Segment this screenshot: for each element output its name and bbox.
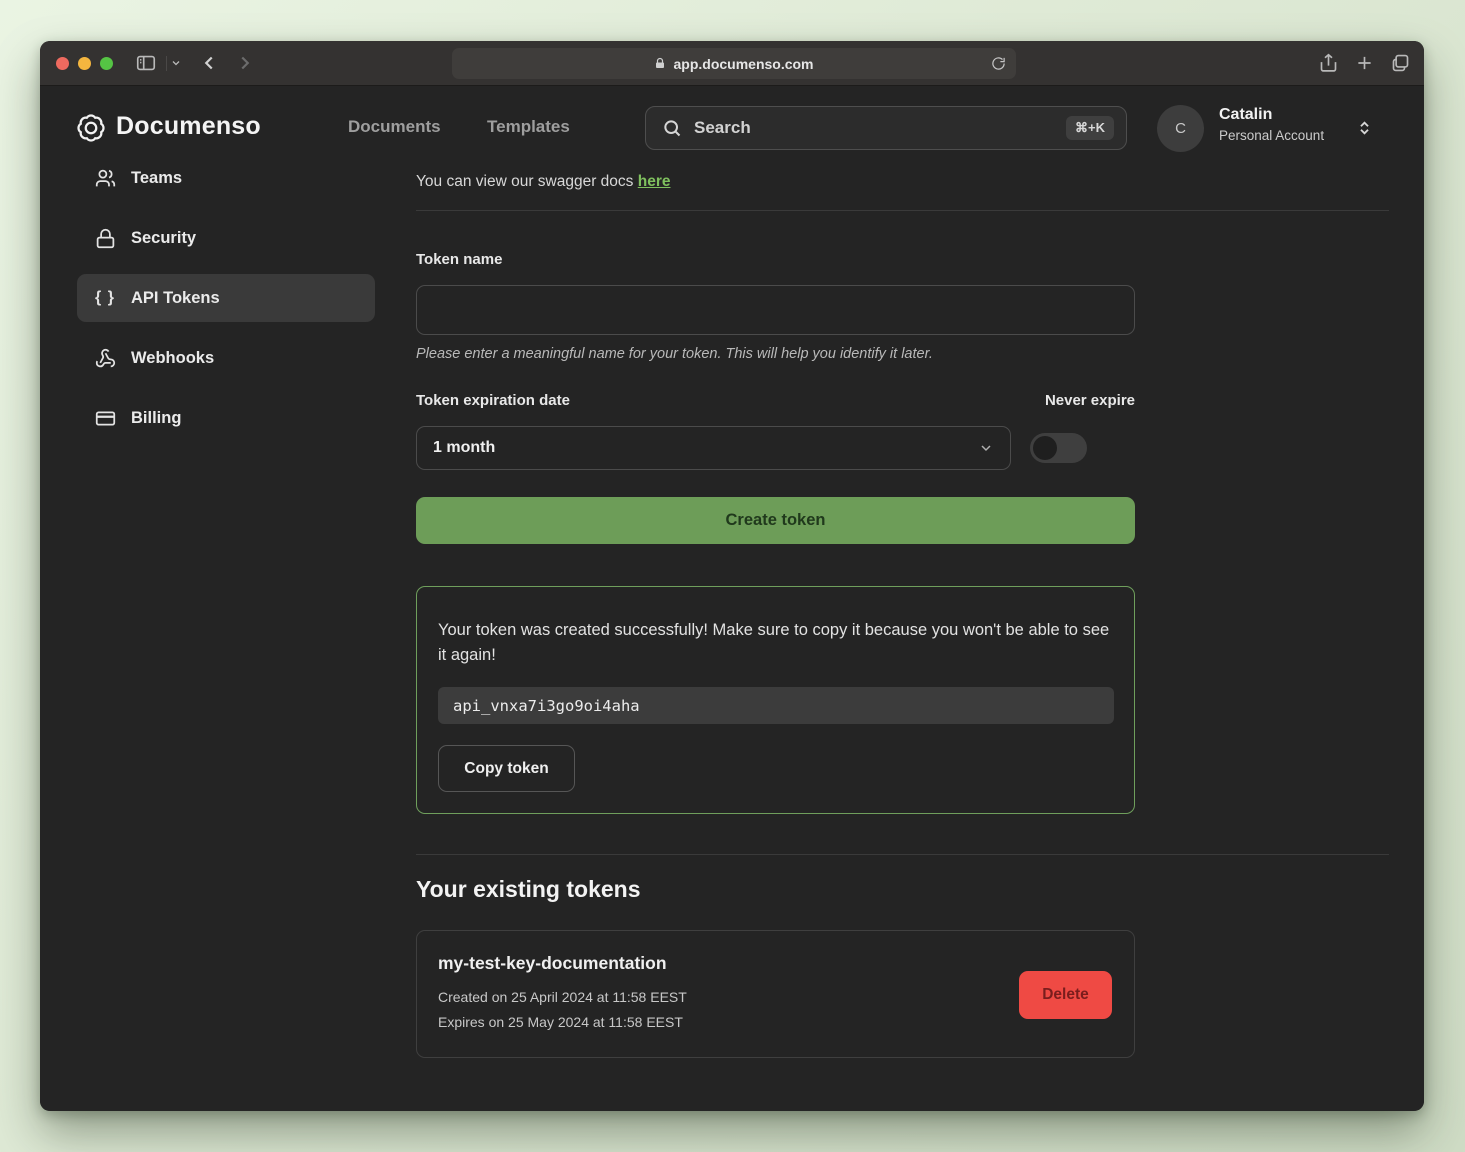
tls-lock-icon bbox=[654, 57, 666, 70]
toggle-knob bbox=[1033, 436, 1057, 460]
users-icon bbox=[94, 168, 116, 189]
minimize-window-button[interactable] bbox=[78, 57, 91, 70]
browser-window: app.documenso.com Documenso Documents Te… bbox=[40, 41, 1424, 1111]
sidebar-item-label: Security bbox=[131, 229, 196, 248]
token-name-input[interactable] bbox=[416, 285, 1135, 335]
section-divider bbox=[416, 210, 1389, 211]
token-card-created: Created on 25 April 2024 at 11:58 EEST bbox=[438, 989, 687, 1005]
browser-chrome: app.documenso.com bbox=[40, 41, 1424, 86]
url-text: app.documenso.com bbox=[673, 56, 813, 72]
credit-card-icon bbox=[94, 408, 116, 429]
close-window-button[interactable] bbox=[56, 57, 69, 70]
chrome-separator bbox=[166, 56, 167, 71]
token-created-alert: Your token was created successfully! Mak… bbox=[416, 586, 1135, 814]
swagger-docs-link[interactable]: here bbox=[638, 173, 671, 190]
token-card: my-test-key-documentation Created on 25 … bbox=[416, 930, 1135, 1058]
sidebar-item-teams[interactable]: Teams bbox=[77, 154, 375, 202]
token-created-message: Your token was created successfully! Mak… bbox=[438, 618, 1114, 668]
expiration-select[interactable]: 1 month bbox=[416, 426, 1011, 470]
expiration-selected-value: 1 month bbox=[433, 439, 495, 457]
sidebar-item-security[interactable]: Security bbox=[77, 214, 375, 262]
section-divider bbox=[416, 854, 1389, 855]
braces-icon: { } bbox=[94, 289, 116, 307]
sidebar-item-billing[interactable]: Billing bbox=[77, 394, 375, 442]
sidebar-item-label: API Tokens bbox=[131, 289, 220, 308]
existing-tokens-heading: Your existing tokens bbox=[416, 876, 641, 903]
sidebar-item-label: Teams bbox=[131, 169, 182, 188]
zoom-window-button[interactable] bbox=[100, 57, 113, 70]
token-card-name: my-test-key-documentation bbox=[438, 953, 667, 974]
swagger-docs-prefix: You can view our swagger docs bbox=[416, 173, 638, 190]
webhook-icon bbox=[94, 348, 116, 369]
address-bar[interactable]: app.documenso.com bbox=[452, 48, 1016, 79]
never-expire-label: Never expire bbox=[1045, 392, 1135, 409]
sidebar-toggle-icon[interactable] bbox=[135, 52, 157, 74]
documenso-app: Documenso Documents Templates Search ⌘+K… bbox=[40, 86, 1424, 1110]
token-name-label: Token name bbox=[416, 251, 502, 268]
swagger-docs-text: You can view our swagger docs here bbox=[416, 173, 670, 191]
forward-button-icon[interactable] bbox=[234, 52, 256, 74]
chevron-down-icon bbox=[978, 440, 994, 456]
never-expire-toggle[interactable] bbox=[1030, 433, 1087, 463]
lock-icon bbox=[94, 228, 116, 249]
delete-token-button[interactable]: Delete bbox=[1019, 971, 1112, 1019]
documenso-logo-icon bbox=[76, 113, 106, 148]
back-button-icon[interactable] bbox=[198, 52, 220, 74]
new-tab-icon[interactable] bbox=[1354, 52, 1375, 74]
sidebar-item-api-tokens[interactable]: { } API Tokens bbox=[77, 274, 375, 322]
api-tokens-panel: You can view our swagger docs here Token… bbox=[416, 86, 1389, 1110]
create-token-button[interactable]: Create token bbox=[416, 497, 1135, 544]
sidebar-item-label: Webhooks bbox=[131, 349, 214, 368]
share-icon[interactable] bbox=[1318, 52, 1339, 74]
token-name-hint: Please enter a meaningful name for your … bbox=[416, 346, 933, 362]
sidebar-item-webhooks[interactable]: Webhooks bbox=[77, 334, 375, 382]
sidebar-chevron-down-icon[interactable] bbox=[170, 57, 182, 69]
token-expiration-label: Token expiration date bbox=[416, 392, 570, 409]
settings-sidebar: Teams Security { } API Tokens Webhooks bbox=[77, 154, 375, 454]
brand-title: Documenso bbox=[116, 112, 261, 141]
token-value-field[interactable]: api_vnxa7i3go9oi4aha bbox=[438, 687, 1114, 724]
reload-icon[interactable] bbox=[991, 56, 1006, 71]
tab-overview-icon[interactable] bbox=[1390, 52, 1411, 74]
token-card-expires: Expires on 25 May 2024 at 11:58 EEST bbox=[438, 1014, 683, 1030]
sidebar-item-label: Billing bbox=[131, 409, 181, 428]
copy-token-button[interactable]: Copy token bbox=[438, 745, 575, 792]
